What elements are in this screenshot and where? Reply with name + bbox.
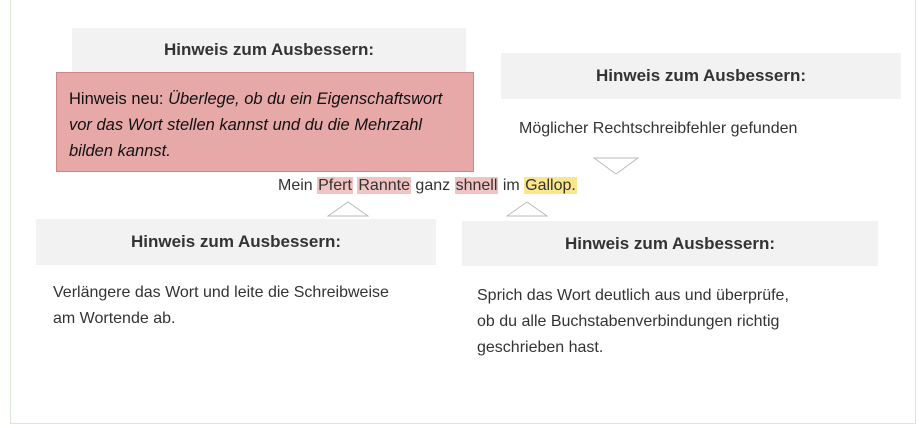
hint-card-body-bottom-left: Verlängere das Wort und leite die Schrei… — [53, 284, 389, 327]
hint-card-heading-bottom-right: Hinweis zum Ausbessern: — [462, 221, 878, 266]
new-hint-prefix: Hinweis neu: — [69, 90, 169, 108]
hint-card-body-top-right: Möglicher Rechtschreibfehler gefunden — [519, 120, 798, 137]
pointer-down-icon — [593, 157, 639, 175]
error-word-pfert[interactable]: Pfert — [317, 177, 353, 194]
new-hint-note: Hinweis neu: Überlege, ob du ein Eigensc… — [56, 72, 474, 172]
pointer-up-icon — [327, 201, 369, 217]
hint-card-heading-bottom-left: Hinweis zum Ausbessern: — [36, 219, 436, 265]
checked-sentence: Mein Pfert Rannte ganz shnell im Gallop. — [278, 177, 577, 195]
hint-card-heading-top-left: Hinweis zum Ausbessern: — [72, 28, 466, 72]
pointer-up-icon — [506, 201, 548, 217]
word: ganz — [410, 177, 455, 194]
word: im — [498, 177, 525, 194]
word: Mein — [278, 177, 318, 194]
hint-card-body-bottom-right: Sprich das Wort deutlich aus und überprü… — [477, 287, 789, 356]
error-word-rannte[interactable]: Rannte — [357, 177, 411, 194]
warning-word-gallop[interactable]: Gallop. — [524, 177, 577, 194]
hint-card-heading-top-right: Hinweis zum Ausbessern: — [501, 53, 901, 99]
error-word-shnell[interactable]: shnell — [454, 177, 499, 194]
